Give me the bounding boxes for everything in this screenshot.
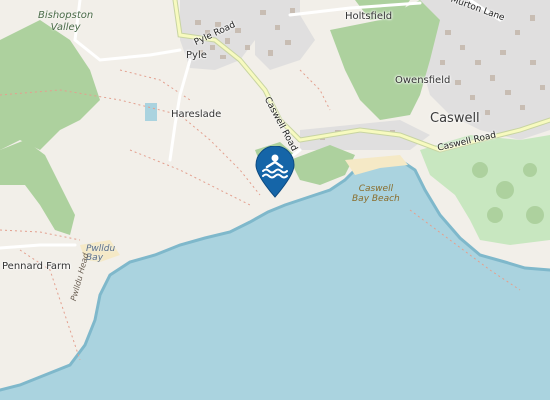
map-view[interactable]: Bishopston Valley Pyle Road Pyle Holtsfi… <box>0 0 550 400</box>
caswell-label: Caswell <box>430 111 480 126</box>
map-base-layer[interactable] <box>0 0 550 400</box>
swimming-marker[interactable] <box>254 145 296 198</box>
caswell-bay-beach-line1: Caswell <box>358 184 394 194</box>
caswell-bay-beach-label: Caswell Bay Beach <box>352 184 400 205</box>
pwlldu-bay-line2: Bay <box>86 253 104 263</box>
hareslade-label: Hareslade <box>171 109 222 120</box>
pyle-label: Pyle <box>186 50 207 61</box>
bishopston-valley-line1: Bishopston <box>38 10 94 21</box>
owensfield-label: Owensfield <box>395 75 451 86</box>
bishopston-valley-label: Bishopston Valley <box>38 10 93 34</box>
pennard-farm-label: Pennard Farm <box>2 261 71 272</box>
swimming-icon <box>255 145 295 198</box>
holtsfield-label: Holtsfield <box>345 11 393 22</box>
caswell-bay-beach-line2: Bay Beach <box>352 194 400 205</box>
bishopston-valley-line2: Valley <box>50 22 81 33</box>
pond <box>145 103 157 121</box>
